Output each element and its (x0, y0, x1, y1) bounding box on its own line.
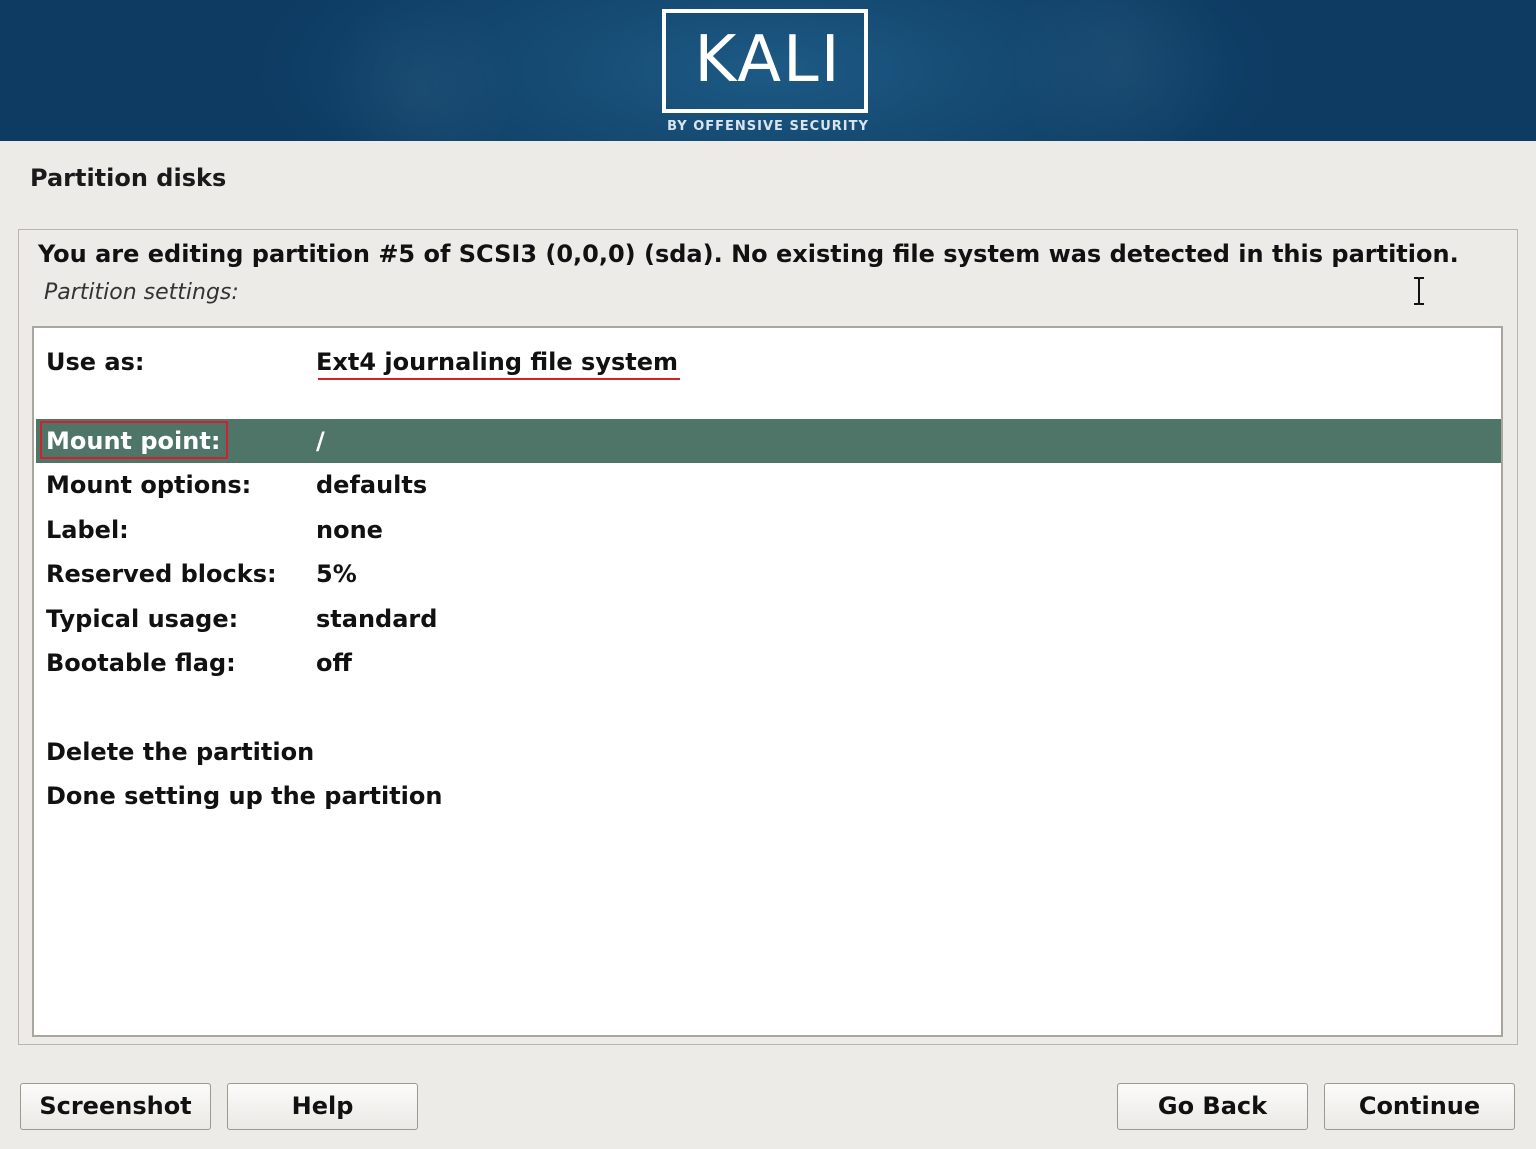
annotation-underline (318, 378, 680, 380)
page-title: Partition disks (30, 164, 227, 192)
kali-logo-subtitle: BY OFFENSIVE SECURITY (667, 119, 869, 134)
setting-label: Typical usage: (46, 605, 239, 633)
setting-bootable-flag[interactable]: Bootable flag: off (36, 641, 1501, 685)
go-back-button[interactable]: Go Back (1117, 1083, 1308, 1130)
setting-label: Reserved blocks: (46, 560, 277, 588)
setting-value: standard (316, 605, 438, 633)
setting-label: Use as: (46, 348, 145, 376)
setting-value: none (316, 516, 383, 544)
setting-label: Mount options: (46, 471, 252, 499)
setting-label: Label: (46, 516, 129, 544)
header-banner: KALI BY OFFENSIVE SECURITY (0, 0, 1536, 141)
setting-value: Ext4 journaling file system (316, 348, 679, 376)
setting-mount-options[interactable]: Mount options: defaults (36, 463, 1501, 507)
setting-reserved-blocks[interactable]: Reserved blocks: 5% (36, 552, 1501, 596)
action-done-setting-up[interactable]: Done setting up the partition (36, 774, 1501, 818)
partition-settings-list[interactable]: Use as: Ext4 journaling file system Moun… (32, 326, 1503, 1037)
kali-logo: KALI (694, 23, 842, 97)
partition-settings-heading: Partition settings: (44, 280, 239, 305)
action-delete-partition[interactable]: Delete the partition (36, 730, 1501, 774)
setting-label-field[interactable]: Label: none (36, 508, 1501, 552)
setting-value: defaults (316, 471, 428, 499)
partition-description: You are editing partition #5 of SCSI3 (0… (38, 240, 1459, 268)
setting-use-as[interactable]: Use as: Ext4 journaling file system (36, 340, 1501, 384)
text-cursor-icon (1414, 277, 1424, 305)
annotation-highlight-box (40, 421, 228, 459)
setting-value: 5% (316, 560, 357, 588)
setting-label: Bootable flag: (46, 649, 236, 677)
setting-value: / (316, 427, 325, 455)
action-label: Delete the partition (46, 738, 315, 766)
setting-value: off (316, 649, 352, 677)
setting-typical-usage[interactable]: Typical usage: standard (36, 597, 1501, 641)
setting-mount-point[interactable]: Mount point: / (36, 419, 1501, 463)
screenshot-button[interactable]: Screenshot (20, 1083, 211, 1130)
continue-button[interactable]: Continue (1324, 1083, 1515, 1130)
help-button[interactable]: Help (227, 1083, 418, 1130)
action-label: Done setting up the partition (46, 782, 443, 810)
